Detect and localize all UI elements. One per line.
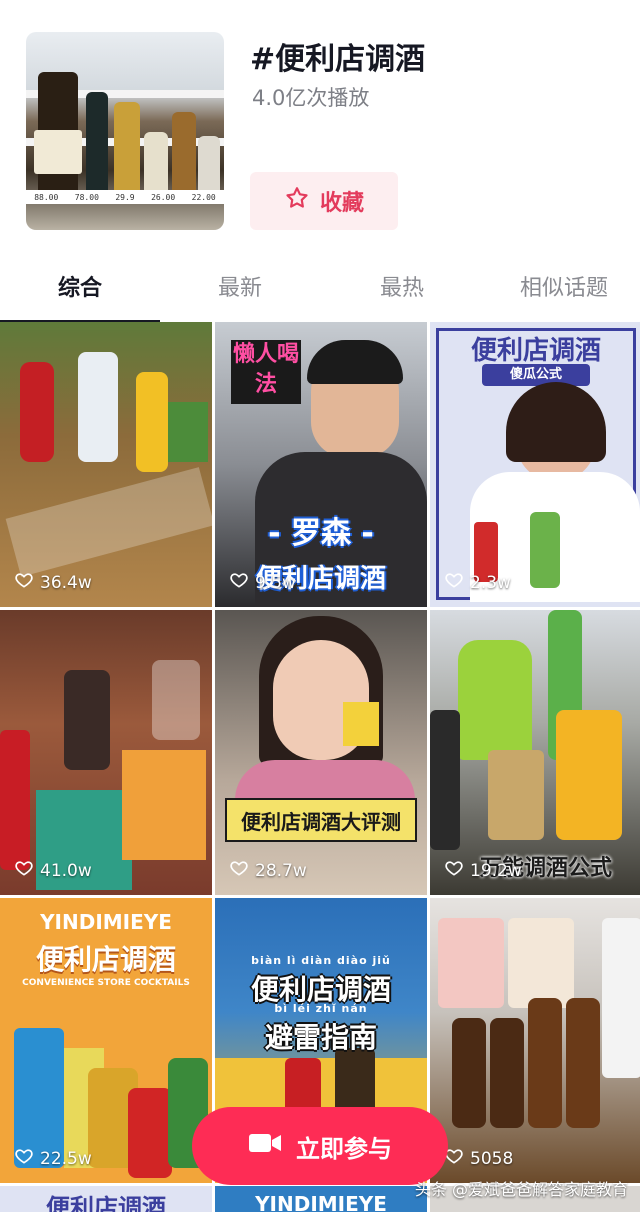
video-overlay-subtitle: CONVENIENCE STORE COCKTAILS bbox=[22, 978, 190, 988]
tab-latest[interactable]: 最新 bbox=[160, 270, 320, 302]
join-button[interactable]: 立即参与 bbox=[192, 1107, 448, 1185]
video-overlay-title: 便利店调酒 bbox=[35, 943, 176, 976]
topic-cover-image[interactable]: 88.00 78.00 29.9 26.00 22.00 bbox=[26, 32, 224, 230]
favorite-label: 收藏 bbox=[319, 191, 364, 216]
video-overlay-brand: YINDIMIEYE bbox=[255, 1192, 387, 1212]
video-overlay-title: - 罗森 - bbox=[268, 516, 374, 551]
heart-icon bbox=[229, 570, 249, 595]
like-count: 2.3w bbox=[444, 570, 511, 595]
video-card[interactable]: 便利店调酒大评测 28.7w bbox=[215, 610, 427, 895]
video-overlay-badge: 懒人喝法 bbox=[231, 340, 301, 404]
heart-icon bbox=[444, 570, 464, 595]
video-card[interactable]: 便利店调酒 bbox=[0, 1186, 212, 1212]
video-overlay-pinyin-2: bì léi zhǐ nán bbox=[274, 1002, 368, 1015]
heart-icon bbox=[14, 570, 34, 595]
video-overlay-title: 便利店调酒大评测 bbox=[225, 798, 417, 842]
video-card[interactable]: 36.4w bbox=[0, 322, 212, 607]
tab-hottest[interactable]: 最热 bbox=[322, 270, 482, 302]
topic-title: #便利店调酒 bbox=[250, 42, 426, 77]
heart-icon bbox=[444, 858, 464, 883]
video-overlay-subtitle: 傻瓜公式 bbox=[482, 364, 590, 386]
like-count: 41.0w bbox=[14, 858, 92, 883]
like-count: 19.2w bbox=[444, 858, 522, 883]
like-count: 5058 bbox=[444, 1146, 513, 1171]
watermark: 头条 @爱斌爸爸解答家庭教育 bbox=[414, 1180, 628, 1199]
video-card[interactable]: 万能调酒公式 19.2w bbox=[430, 610, 640, 895]
heart-icon bbox=[14, 858, 34, 883]
video-card[interactable]: 懒人喝法 - 罗森 - 便利店调酒 9.5w bbox=[215, 322, 427, 607]
video-camera-icon bbox=[248, 1131, 282, 1161]
video-card[interactable]: 便利店调酒 傻瓜公式 2.3w bbox=[430, 322, 640, 607]
star-icon bbox=[284, 185, 310, 217]
video-card[interactable]: 5058 bbox=[430, 898, 640, 1183]
topic-header: 88.00 78.00 29.9 26.00 22.00 #便利店调酒 4.0亿次播放 … bbox=[0, 0, 640, 250]
favorite-button[interactable]: 收藏 bbox=[250, 172, 398, 230]
like-count: 36.4w bbox=[14, 570, 92, 595]
tab-bar: 综合 最新 最热 相似话题 bbox=[0, 262, 640, 323]
tab-general[interactable]: 综合 bbox=[0, 270, 160, 302]
like-count: 28.7w bbox=[229, 858, 307, 883]
video-overlay-pinyin: biàn lì diàn diào jiǔ bbox=[251, 954, 391, 967]
like-count: 22.5w bbox=[14, 1146, 92, 1171]
video-overlay-title: 便利店调酒 bbox=[46, 1194, 166, 1212]
heart-icon bbox=[229, 858, 249, 883]
like-count: 9.5w bbox=[229, 570, 296, 595]
join-label: 立即参与 bbox=[296, 1134, 392, 1163]
video-card[interactable]: YINDIMIEYE 便利店调酒 CONVENIENCE STORE COCKT… bbox=[0, 898, 212, 1183]
video-card[interactable]: 41.0w bbox=[0, 610, 212, 895]
tab-similar-topics[interactable]: 相似话题 bbox=[484, 270, 640, 302]
video-overlay-subtitle: 避雷指南 bbox=[264, 1021, 377, 1054]
play-count: 4.0亿次播放 bbox=[252, 86, 370, 110]
video-overlay-title: 便利店调酒 bbox=[470, 336, 601, 366]
heart-icon bbox=[14, 1146, 34, 1171]
video-card[interactable]: YINDIMIEYE bbox=[215, 1186, 427, 1212]
video-overlay-brand: YINDIMIEYE bbox=[40, 910, 172, 934]
